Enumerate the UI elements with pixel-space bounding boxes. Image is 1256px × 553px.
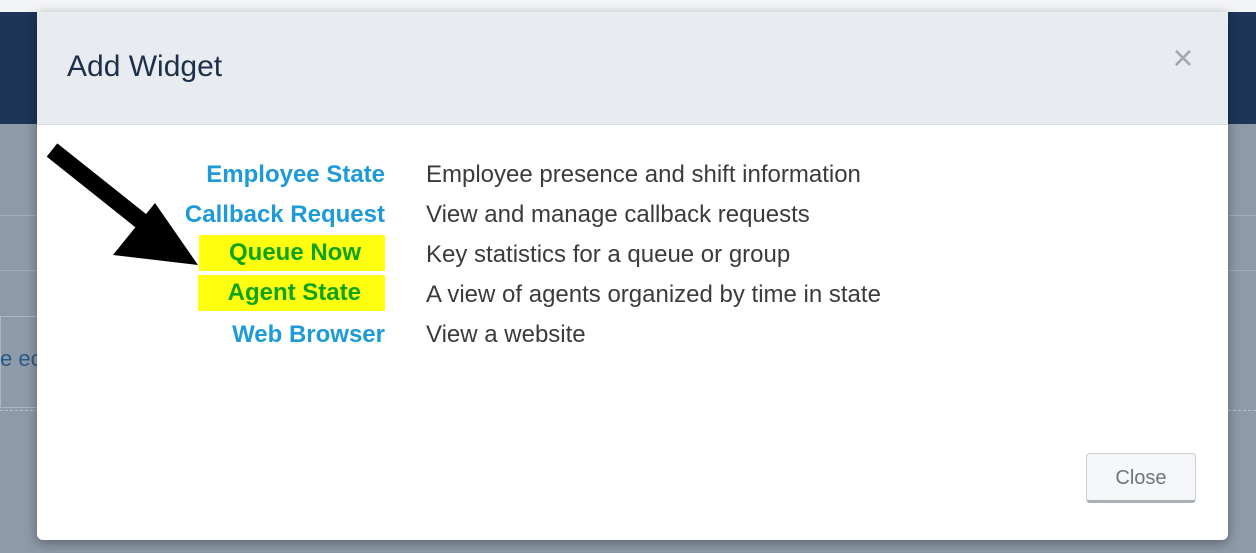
widget-description: A view of agents organized by time in st… [426, 281, 881, 308]
widget-list: Employee State Employee presence and shi… [37, 155, 1228, 355]
widget-row-web-browser: Web Browser View a website [37, 315, 1228, 355]
close-icon[interactable]: × [1167, 40, 1199, 76]
widget-row-employee-state: Employee State Employee presence and shi… [37, 155, 1228, 195]
widget-row-agent-state: Agent State A view of agents organized b… [37, 275, 1228, 315]
close-button[interactable]: Close [1086, 453, 1196, 503]
widget-description: View and manage callback requests [426, 201, 810, 228]
widget-link-employee-state[interactable]: Employee State [206, 157, 385, 193]
background-partial-text: e ec [0, 346, 42, 371]
dialog-header: Add Widget × [37, 12, 1228, 125]
widget-link-callback-request[interactable]: Callback Request [185, 197, 385, 233]
widget-link-agent-state[interactable]: Agent State [197, 275, 385, 311]
widget-description: Employee presence and shift information [426, 161, 861, 188]
widget-link-web-browser[interactable]: Web Browser [232, 317, 385, 353]
widget-description: View a website [426, 321, 586, 348]
widget-row-callback-request: Callback Request View and manage callbac… [37, 195, 1228, 235]
widget-description: Key statistics for a queue or group [426, 241, 791, 268]
background-top-strip [0, 0, 1256, 12]
widget-link-queue-now[interactable]: Queue Now [198, 235, 385, 271]
widget-row-queue-now: Queue Now Key statistics for a queue or … [37, 235, 1228, 275]
add-widget-dialog: Add Widget × Employee State Employee pre… [37, 12, 1228, 540]
dialog-title: Add Widget [67, 50, 223, 83]
